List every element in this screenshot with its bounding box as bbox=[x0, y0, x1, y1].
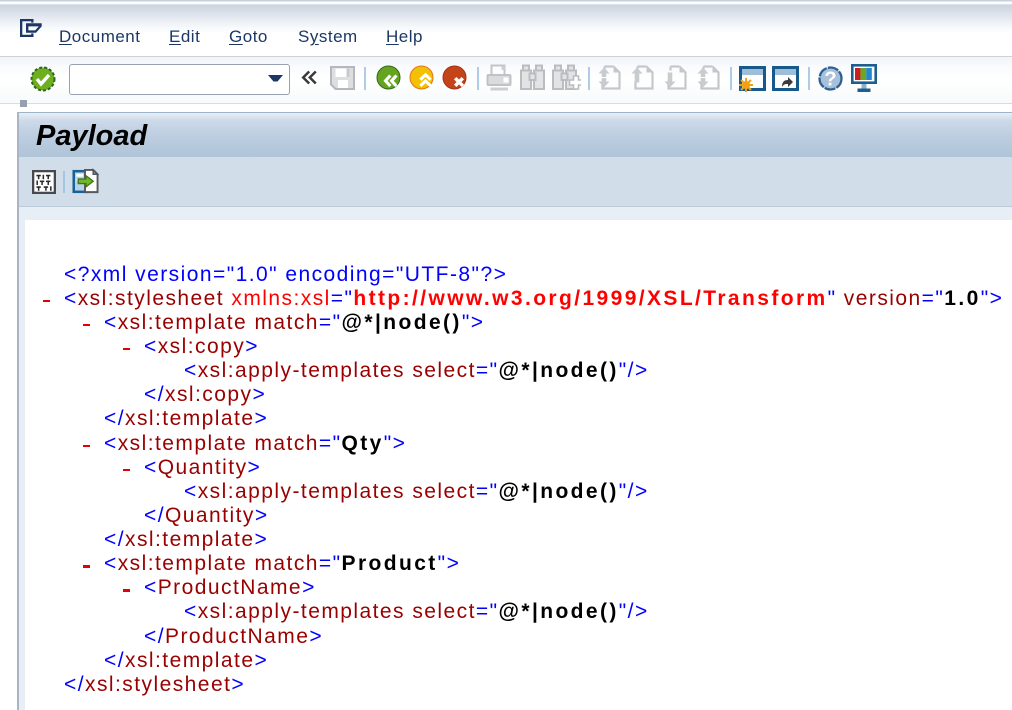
svg-text:?: ? bbox=[824, 69, 836, 91]
